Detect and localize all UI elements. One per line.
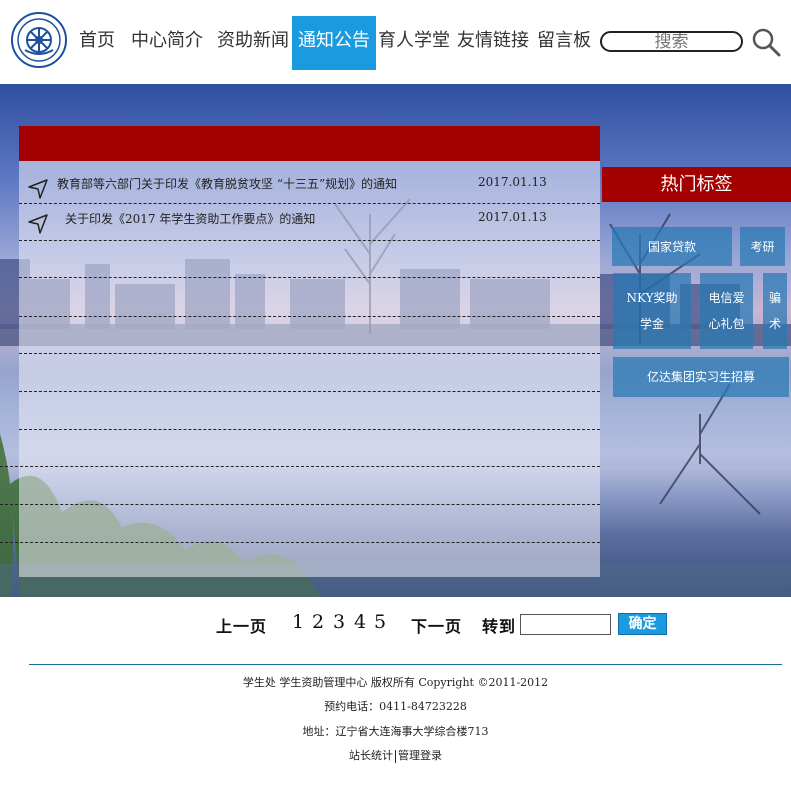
row-divider [0, 504, 600, 505]
row-divider [19, 203, 600, 204]
search-input[interactable] [600, 31, 743, 52]
tag-yida-internship[interactable]: 亿达集团实习生招募 [613, 357, 789, 397]
footer-phone: 预约电话：0411-84723228 [324, 700, 467, 713]
nav-item-home[interactable]: 首页 [79, 16, 115, 70]
site-stats-link[interactable]: 站长统计 [349, 749, 393, 762]
row-divider [19, 316, 600, 317]
row-divider [19, 429, 600, 430]
nav-item-about[interactable]: 中心简介 [131, 16, 203, 70]
footer-links: 站长统计 管理登录 [0, 747, 791, 763]
nav-item-guestbook[interactable]: 留言板 [537, 16, 591, 70]
notice-title[interactable]: 关于印发《2017 年学生资助工作要点》的通知 [65, 210, 315, 227]
row-divider [19, 240, 600, 241]
send-arrow-icon [28, 179, 48, 199]
notice-list-header [19, 126, 600, 161]
notice-row[interactable]: 关于印发《2017 年学生资助工作要点》的通知 2017.01.13 [19, 199, 600, 236]
row-divider [19, 391, 600, 392]
footer-copyright: 学生处 学生资助管理中心 版权所有 Copyright ©2011-2012 [242, 676, 549, 689]
tag-national-loan[interactable]: 国家贷款 [612, 227, 732, 266]
next-page-link[interactable]: 下一页 [411, 613, 462, 637]
page-link-1[interactable]: 1 [292, 611, 304, 633]
admin-login-link[interactable]: 管理登录 [398, 749, 442, 762]
page-link-3[interactable]: 3 [333, 611, 345, 633]
search-icon[interactable] [750, 26, 782, 58]
goto-label: 转到 [482, 617, 517, 636]
page-link-5[interactable]: 5 [374, 611, 386, 633]
nav-item-links[interactable]: 友情链接 [457, 16, 529, 70]
row-divider [0, 542, 600, 543]
tag-nky-scholarship[interactable]: NKY奖助 学金 [613, 273, 691, 349]
pagination: 上一页 1 2 3 4 5 下一页 转到 确定 [0, 605, 791, 641]
page-link-4[interactable]: 4 [354, 611, 366, 633]
send-arrow-icon [28, 214, 48, 234]
footer-divider [29, 664, 782, 665]
page-link-2[interactable]: 2 [312, 611, 324, 633]
nav-item-notices[interactable]: 通知公告 [292, 16, 376, 70]
footer-address: 地址：辽宁省大连海事大学综合楼713 [302, 725, 489, 738]
nav-item-education[interactable]: 育人学堂 [378, 16, 450, 70]
university-logo-icon[interactable] [11, 12, 67, 68]
row-divider [0, 466, 600, 467]
nav-item-news[interactable]: 资助新闻 [217, 16, 289, 70]
row-divider [19, 353, 600, 354]
row-divider [19, 277, 600, 278]
tag-telecom-gift[interactable]: 电信爱 心礼包 [700, 273, 753, 349]
notice-date: 2017.01.13 [478, 210, 547, 224]
hot-tags-title: 热门标签 [602, 167, 791, 202]
notice-date: 2017.01.13 [478, 175, 547, 189]
tag-fraud[interactable]: 骗 术 [763, 273, 787, 349]
confirm-button[interactable]: 确定 [618, 613, 667, 635]
tag-postgrad-exam[interactable]: 考研 [740, 227, 785, 266]
notice-row[interactable]: 教育部等六部门关于印发《教育脱贫攻坚 “十三五”规划》的通知 2017.01.1… [19, 164, 600, 201]
link-separator [395, 749, 396, 763]
goto-page-input[interactable] [520, 614, 611, 635]
notice-list-panel: 教育部等六部门关于印发《教育脱贫攻坚 “十三五”规划》的通知 2017.01.1… [19, 126, 600, 577]
notice-title[interactable]: 教育部等六部门关于印发《教育脱贫攻坚 “十三五”规划》的通知 [57, 175, 397, 192]
site-header: 首页 中心简介 资助新闻 通知公告 育人学堂 友情链接 留言板 [0, 0, 791, 84]
prev-page-link[interactable]: 上一页 [216, 613, 267, 637]
